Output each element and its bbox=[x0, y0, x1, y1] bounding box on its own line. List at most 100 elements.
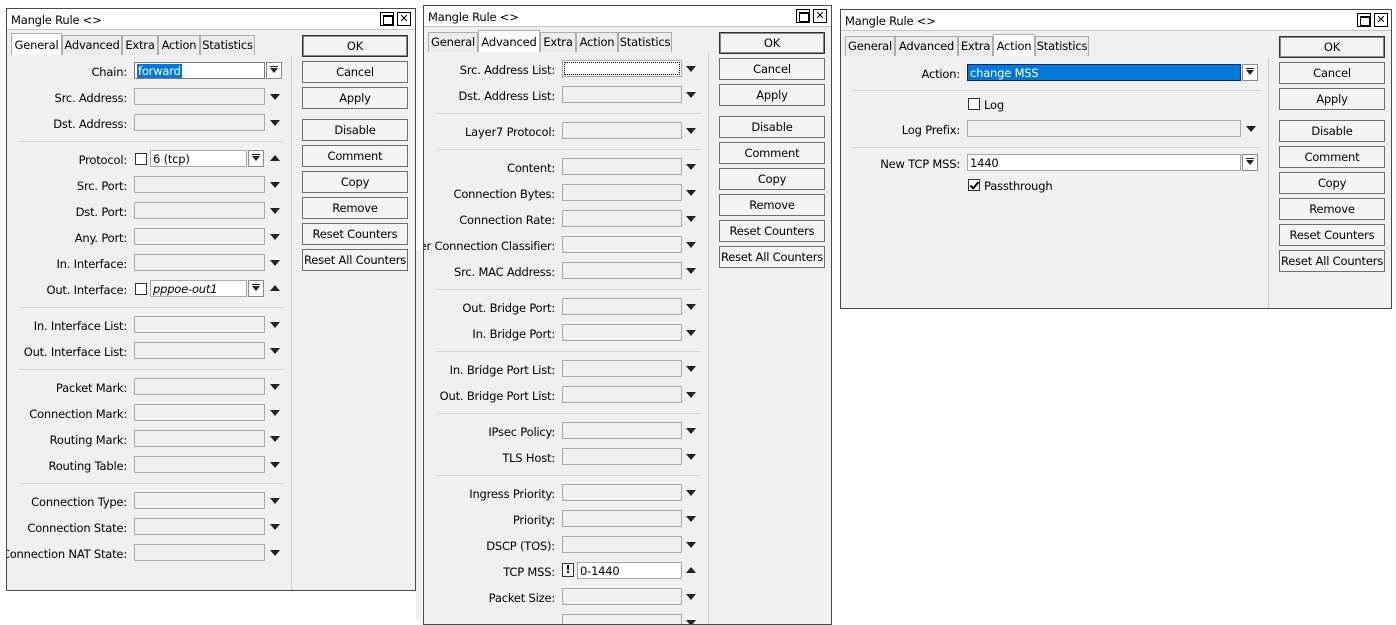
ipsec-policy-field[interactable] bbox=[562, 422, 682, 439]
chevron-down-icon[interactable] bbox=[686, 392, 696, 398]
negate-toggle[interactable]: ! bbox=[562, 563, 574, 577]
chevron-down-icon[interactable] bbox=[686, 164, 696, 170]
protocol-negate-checkbox[interactable] bbox=[135, 153, 147, 165]
chevron-down-icon[interactable] bbox=[270, 384, 280, 390]
reset-counters-button[interactable]: Reset Counters bbox=[1279, 224, 1385, 246]
chevron-down-icon[interactable] bbox=[270, 498, 280, 504]
close-icon[interactable]: ✕ bbox=[813, 9, 827, 23]
any-port-field[interactable] bbox=[134, 228, 265, 245]
out-bridge-port-field[interactable] bbox=[562, 298, 682, 315]
action-select[interactable]: change MSS bbox=[967, 64, 1241, 81]
tab-statistics[interactable]: Statistics bbox=[618, 32, 672, 52]
chevron-down-icon[interactable] bbox=[686, 268, 696, 274]
src-address-field[interactable] bbox=[134, 88, 265, 105]
out-bridge-port-list-field[interactable] bbox=[562, 386, 682, 403]
tab-statistics[interactable]: Statistics bbox=[1035, 36, 1089, 56]
ok-button[interactable]: OK bbox=[1279, 36, 1385, 58]
tab-action[interactable]: Action bbox=[993, 34, 1035, 56]
chevron-down-icon[interactable] bbox=[686, 304, 696, 310]
chevron-down-icon[interactable] bbox=[686, 516, 696, 522]
tab-action[interactable]: Action bbox=[576, 32, 618, 52]
chevron-down-icon[interactable] bbox=[686, 216, 696, 222]
chevron-down-icon[interactable] bbox=[686, 542, 696, 548]
in-bridge-port-list-field[interactable] bbox=[562, 360, 682, 377]
packet-size-field[interactable] bbox=[562, 588, 682, 605]
dscp-tos-field[interactable] bbox=[562, 536, 682, 553]
tab-advanced[interactable]: Advanced bbox=[62, 35, 122, 55]
chevron-down-icon[interactable] bbox=[270, 260, 280, 266]
tab-extra[interactable]: Extra bbox=[958, 36, 993, 56]
remove-button[interactable]: Remove bbox=[1279, 198, 1385, 220]
comment-button[interactable]: Comment bbox=[1279, 146, 1385, 168]
collapse-up-icon[interactable] bbox=[270, 285, 280, 291]
reset-counters-button[interactable]: Reset Counters bbox=[302, 223, 408, 245]
chevron-down-icon[interactable] bbox=[686, 428, 696, 434]
connection-nat-state-field[interactable] bbox=[134, 544, 265, 561]
tab-action[interactable]: Action bbox=[158, 35, 200, 55]
chevron-down-icon[interactable] bbox=[270, 94, 280, 100]
disable-button[interactable]: Disable bbox=[302, 119, 408, 141]
chevron-down-icon[interactable] bbox=[686, 128, 696, 134]
reset-counters-button[interactable]: Reset Counters bbox=[719, 220, 825, 242]
tcp-mss-field[interactable]: 0-1440 bbox=[577, 562, 682, 579]
log-prefix-field[interactable] bbox=[967, 120, 1241, 137]
connection-state-field[interactable] bbox=[134, 518, 265, 535]
tab-extra[interactable]: Extra bbox=[540, 32, 576, 52]
chevron-down-icon[interactable] bbox=[686, 620, 696, 624]
chevron-down-icon[interactable] bbox=[686, 594, 696, 600]
comment-button[interactable]: Comment bbox=[719, 142, 825, 164]
chevron-down-icon[interactable] bbox=[270, 348, 280, 354]
protocol-select[interactable]: 6 (tcp) bbox=[150, 150, 247, 167]
layer7-protocol-field[interactable] bbox=[562, 122, 682, 139]
out-interface-select[interactable]: pppoe-out1 bbox=[150, 280, 247, 297]
reset-all-counters-button[interactable]: Reset All Counters bbox=[1279, 250, 1385, 272]
tls-host-field[interactable] bbox=[562, 448, 682, 465]
src-mac-address-field[interactable] bbox=[562, 262, 682, 279]
log-checkbox[interactable] bbox=[968, 98, 980, 110]
dst-address-field[interactable] bbox=[134, 114, 265, 131]
in-interface-field[interactable] bbox=[134, 254, 265, 271]
chevron-down-icon[interactable] bbox=[686, 330, 696, 336]
ingress-priority-field[interactable] bbox=[562, 484, 682, 501]
cancel-button[interactable]: Cancel bbox=[302, 61, 408, 83]
chevron-down-icon[interactable] bbox=[1246, 126, 1256, 132]
tab-advanced[interactable]: Advanced bbox=[478, 30, 540, 52]
chevron-down-icon[interactable] bbox=[1242, 64, 1258, 81]
maximize-icon[interactable] bbox=[1357, 13, 1371, 27]
routing-mark-field[interactable] bbox=[134, 430, 265, 447]
apply-button[interactable]: Apply bbox=[719, 84, 825, 106]
apply-button[interactable]: Apply bbox=[1279, 88, 1385, 110]
close-icon[interactable]: ✕ bbox=[1374, 13, 1388, 27]
disable-button[interactable]: Disable bbox=[719, 116, 825, 138]
reset-all-counters-button[interactable]: Reset All Counters bbox=[302, 249, 408, 271]
dst-port-field[interactable] bbox=[134, 202, 265, 219]
chevron-down-icon[interactable] bbox=[270, 234, 280, 240]
chevron-down-icon[interactable] bbox=[248, 150, 264, 167]
new-tcp-mss-select[interactable]: 1440 bbox=[967, 154, 1241, 171]
tab-extra[interactable]: Extra bbox=[122, 35, 158, 55]
chevron-down-icon[interactable] bbox=[686, 242, 696, 248]
chevron-down-icon[interactable] bbox=[270, 436, 280, 442]
ok-button[interactable]: OK bbox=[719, 32, 825, 54]
chevron-down-icon[interactable] bbox=[686, 66, 696, 72]
per-connection-classifier-field[interactable] bbox=[562, 236, 682, 253]
title-bar[interactable]: Mangle Rule <> ✕ bbox=[841, 10, 1391, 31]
chevron-down-icon[interactable] bbox=[686, 190, 696, 196]
chevron-down-icon[interactable] bbox=[248, 280, 264, 297]
passthrough-checkbox[interactable] bbox=[968, 179, 980, 191]
chevron-down-icon[interactable] bbox=[270, 410, 280, 416]
chevron-down-icon[interactable] bbox=[270, 462, 280, 468]
title-bar[interactable]: Mangle Rule <> ✕ bbox=[424, 6, 831, 27]
chevron-down-icon[interactable] bbox=[270, 550, 280, 556]
src-address-list-field[interactable] bbox=[562, 60, 682, 77]
chain-select[interactable]: forward bbox=[134, 62, 265, 79]
copy-button[interactable]: Copy bbox=[719, 168, 825, 190]
maximize-icon[interactable] bbox=[380, 12, 394, 26]
out-interface-list-field[interactable] bbox=[134, 342, 265, 359]
chevron-down-icon[interactable] bbox=[270, 120, 280, 126]
copy-button[interactable]: Copy bbox=[1279, 172, 1385, 194]
src-port-field[interactable] bbox=[134, 176, 265, 193]
ok-button[interactable]: OK bbox=[302, 35, 408, 57]
connection-rate-field[interactable] bbox=[562, 210, 682, 227]
routing-table-field[interactable] bbox=[134, 456, 265, 473]
